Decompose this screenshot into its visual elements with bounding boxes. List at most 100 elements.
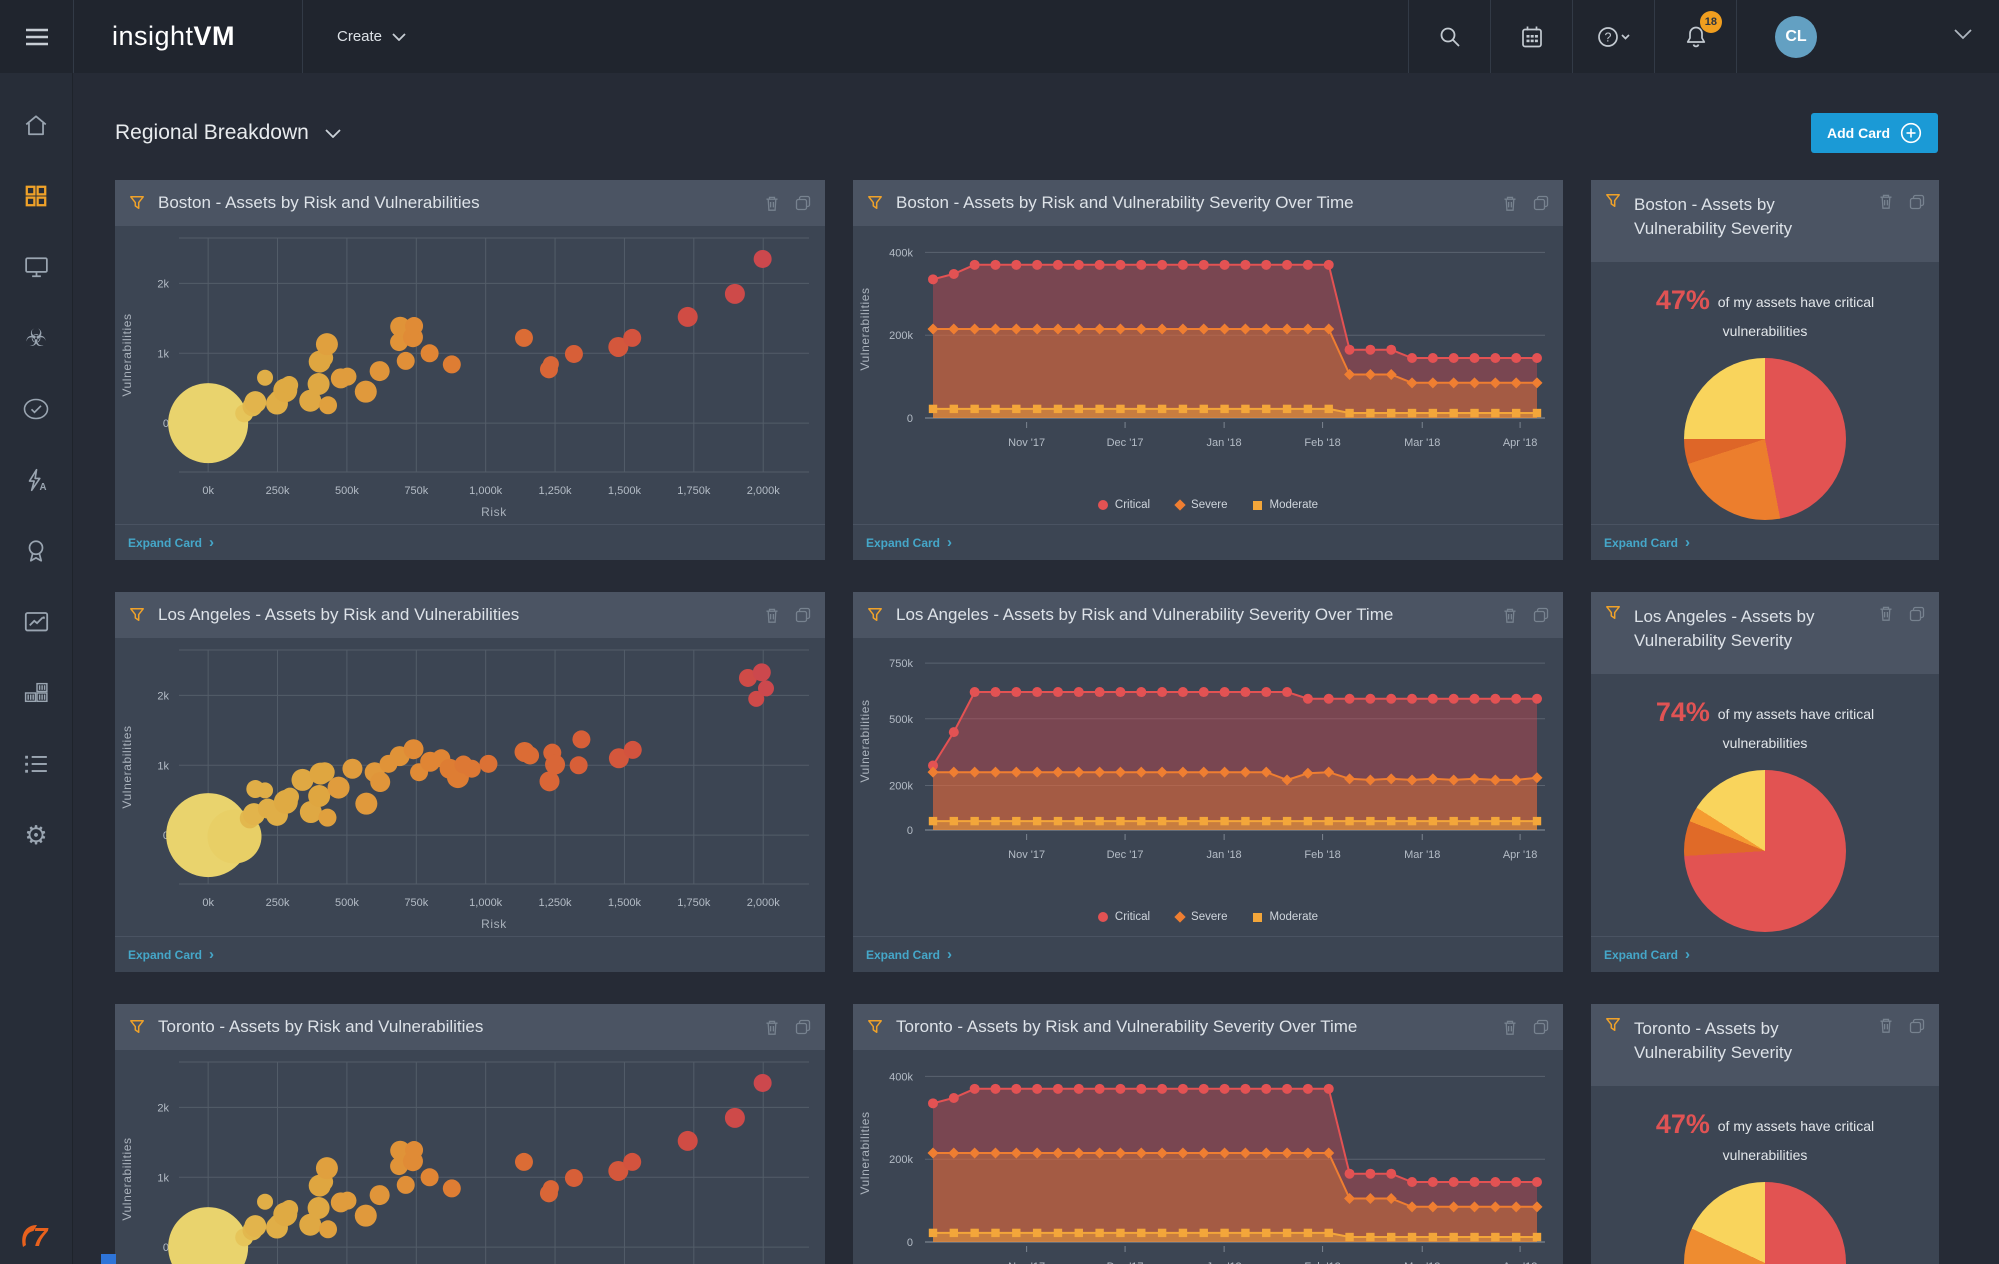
delete-card-icon[interactable] [1502,607,1518,624]
delete-card-icon[interactable] [1878,605,1894,622]
stat-text: of my assets have critical vulnerabiliti… [1714,1118,1874,1163]
search-icon [1439,26,1461,48]
chevron-right-icon: › [947,947,952,962]
expand-card-link[interactable]: Expand Card › [1591,936,1939,972]
svg-text:0k: 0k [202,897,214,909]
svg-text:400k: 400k [889,1071,913,1083]
delete-card-icon[interactable] [764,1019,780,1036]
expand-card-link[interactable]: Expand Card › [115,936,825,972]
expand-card-link[interactable]: Expand Card › [853,936,1563,972]
svg-text:?: ? [1604,30,1611,44]
stat-percentage: 74% [1656,697,1710,727]
severity-pie-chart [1684,770,1846,932]
card-body: 47% of my assets have critical vulnerabi… [1591,262,1939,524]
delete-card-icon[interactable] [764,195,780,212]
legend-item: Severe [1176,911,1227,923]
expand-card-link[interactable]: Expand Card › [853,524,1563,560]
card-title: Boston - Assets by Risk and Vulnerabilit… [158,191,751,215]
delete-card-icon[interactable] [1502,195,1518,212]
legend-item: Critical [1098,911,1150,923]
help-menu[interactable]: ? [1573,0,1654,73]
duplicate-card-icon[interactable] [795,607,811,623]
duplicate-card-icon[interactable] [1909,194,1925,210]
filter-funnel-icon [1605,193,1621,209]
svg-text:1,750k: 1,750k [677,897,711,909]
sidebar-item-containers[interactable] [0,657,73,728]
svg-text:250k: 250k [266,485,290,497]
delete-card-icon[interactable] [1502,1019,1518,1036]
svg-text:7: 7 [33,1222,49,1251]
sidebar-item-reports[interactable] [0,586,73,657]
dashboard-selector[interactable]: Regional Breakdown [115,121,341,145]
svg-text:1,250k: 1,250k [539,485,573,497]
svg-text:Nov '17: Nov '17 [1008,437,1045,449]
create-menu[interactable]: Create [303,0,440,73]
svg-text:500k: 500k [335,897,359,909]
duplicate-card-icon[interactable] [1909,606,1925,622]
svg-text:Nov '17: Nov '17 [1008,849,1045,861]
expand-card-link[interactable]: Expand Card › [1591,524,1939,560]
svg-text:Risk: Risk [481,505,507,519]
duplicate-card-icon[interactable] [795,195,811,211]
chevron-down-icon [325,129,341,138]
filter-funnel-icon [1605,605,1621,621]
gear-icon: ⚙ [22,821,50,849]
dashboard-grid-icon [23,183,49,209]
svg-text:Feb '18: Feb '18 [1304,437,1340,449]
duplicate-card-icon[interactable] [1533,607,1549,623]
sidebar-item-dashboard[interactable] [0,160,73,231]
hamburger-menu-button[interactable] [0,0,73,73]
sidebar-item-settings[interactable]: ⚙ [0,799,73,870]
card-title: Boston - Assets by Vulnerability Severit… [1634,193,1865,241]
sidebar-item-goals[interactable] [0,515,73,586]
area-chart: 750k500k200k0Nov '17Dec '17Jan '18Feb '1… [853,638,1563,900]
delete-card-icon[interactable] [764,607,780,624]
card-title: Toronto - Assets by Risk and Vulnerabili… [158,1015,751,1039]
chevron-right-icon: › [947,535,952,550]
svg-text:2k: 2k [157,278,169,290]
square-marker-icon [1253,913,1262,922]
expand-card-link[interactable]: Expand Card › [115,524,825,560]
svg-text:0: 0 [163,418,169,430]
sidebar-item-queries[interactable] [0,728,73,799]
chevron-down-icon [392,33,406,41]
report-chart-icon [23,610,50,634]
card-title: Los Angeles - Assets by Vulnerability Se… [1634,605,1865,653]
card: Boston - Assets by Risk and Vulnerabilit… [853,180,1563,560]
page-title: Regional Breakdown [115,121,309,145]
diamond-marker-icon [1174,911,1185,922]
card-header: Los Angeles - Assets by Risk and Vulnera… [853,592,1563,638]
plus-circle-icon [1900,122,1922,144]
svg-text:500k: 500k [889,714,913,726]
critical-assets-stat: 47% of my assets have critical vulnerabi… [1635,280,1895,342]
diamond-marker-icon [1174,499,1185,510]
svg-text:750k: 750k [404,485,428,497]
notifications-button[interactable]: 18 [1655,0,1736,73]
duplicate-card-icon[interactable] [1533,195,1549,211]
duplicate-card-icon[interactable] [1533,1019,1549,1035]
delete-card-icon[interactable] [1878,193,1894,210]
add-card-button[interactable]: Add Card [1811,113,1938,153]
sidebar-item-automation[interactable]: A [0,444,73,515]
user-menu[interactable]: CL [1737,0,1999,73]
card-header: Boston - Assets by Vulnerability Severit… [1591,180,1939,262]
sidebar-item-home[interactable] [0,89,73,160]
duplicate-card-icon[interactable] [1909,1018,1925,1034]
calendar-icon [1520,25,1544,49]
home-icon [23,113,49,137]
svg-text:0: 0 [907,825,913,837]
severity-pie-chart [1684,358,1846,520]
card: Boston - Assets by Vulnerability Severit… [1591,180,1939,560]
duplicate-card-icon[interactable] [795,1019,811,1035]
calendar-button[interactable] [1491,0,1572,73]
rapid7-logo: 7 [16,1221,58,1256]
stat-percentage: 47% [1656,285,1710,315]
delete-card-icon[interactable] [1878,1017,1894,1034]
svg-text:1k: 1k [157,760,169,772]
svg-text:Vulnerabilities: Vulnerabilities [858,699,872,782]
sidebar-item-vulnerabilities[interactable]: ☣ [0,302,73,373]
search-button[interactable] [1409,0,1490,73]
sidebar-item-assets[interactable] [0,231,73,302]
svg-text:1k: 1k [157,1172,169,1184]
sidebar-item-policies[interactable] [0,373,73,444]
